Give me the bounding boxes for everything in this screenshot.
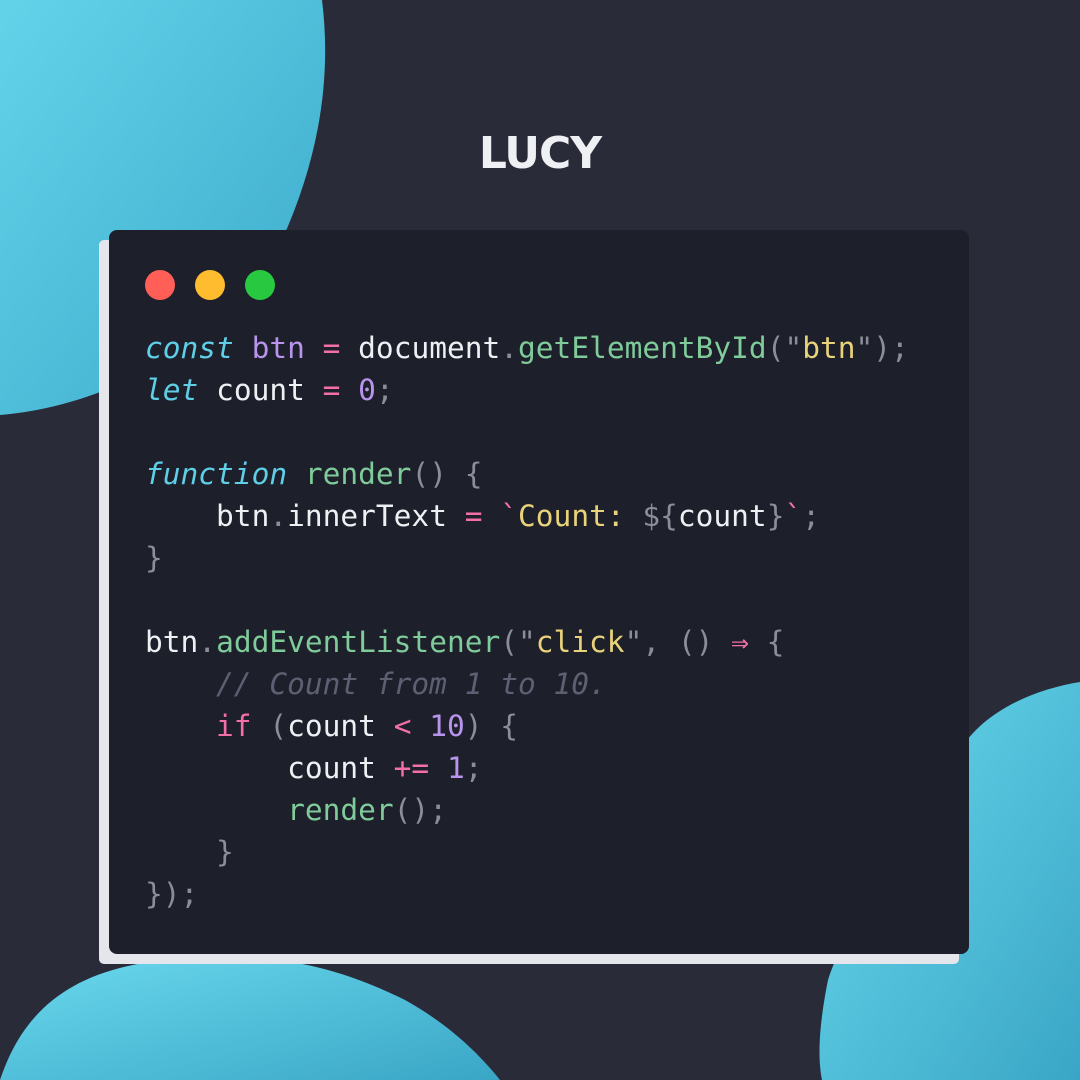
- punctuation: ) {: [464, 709, 519, 743]
- identifier: count: [677, 499, 767, 533]
- object: btn: [216, 499, 270, 533]
- punctuation: () {: [411, 457, 483, 491]
- punctuation: ();: [393, 793, 447, 827]
- punctuation: ");: [855, 331, 909, 365]
- operator: +=: [393, 751, 430, 785]
- punctuation: }: [766, 499, 785, 533]
- function-name: render: [304, 457, 412, 491]
- string: btn: [802, 331, 856, 365]
- number: 1: [446, 751, 465, 785]
- number: 10: [429, 709, 465, 743]
- punctuation: (": [500, 625, 536, 659]
- template-tick: `: [500, 499, 519, 533]
- code-line: }: [145, 831, 909, 873]
- string: click: [535, 625, 625, 659]
- code-window: const btn = document.getElementById("btn…: [109, 230, 969, 954]
- operator: =: [322, 331, 341, 365]
- identifier: btn: [251, 331, 305, 365]
- blob-bottom-left: [0, 956, 500, 1080]
- punctuation: (": [766, 331, 803, 365]
- punctuation: {: [748, 625, 785, 659]
- punctuation: }: [216, 835, 234, 869]
- keyword: const: [145, 331, 234, 365]
- function-name: addEventListener: [216, 625, 501, 659]
- property: innerText: [287, 499, 447, 533]
- maximize-dot-icon: [245, 270, 275, 300]
- object: btn: [145, 625, 199, 659]
- code-line: count += 1;: [145, 747, 909, 789]
- identifier: count: [287, 751, 376, 785]
- code-line: let count = 0;: [145, 369, 909, 411]
- punctuation: ${: [642, 499, 678, 533]
- operator: =: [464, 499, 483, 533]
- code-line: if (count < 10) {: [145, 705, 909, 747]
- code-comment: // Count from 1 to 10.: [216, 667, 607, 701]
- code-line: }: [145, 537, 909, 579]
- code-line: btn.innerText = `Count: ${count}`;: [145, 495, 909, 537]
- code-line: render();: [145, 789, 909, 831]
- identifier: count: [216, 373, 305, 407]
- punctuation: ;: [375, 373, 394, 407]
- identifier: count: [287, 709, 376, 743]
- punctuation: ;: [464, 751, 483, 785]
- punctuation: ", (): [624, 625, 732, 659]
- punctuation: .: [198, 625, 217, 659]
- operator: =: [322, 373, 341, 407]
- control-keyword: if: [216, 709, 252, 743]
- punctuation: });: [145, 877, 199, 911]
- punctuation: .: [500, 331, 519, 365]
- punctuation: .: [269, 499, 288, 533]
- minimize-dot-icon: [195, 270, 225, 300]
- brand-title: LUCY: [478, 128, 602, 179]
- code-line: });: [145, 873, 909, 915]
- keyword: function: [145, 457, 288, 491]
- punctuation: (: [251, 709, 288, 743]
- code-line: const btn = document.getElementById("btn…: [145, 327, 909, 369]
- keyword: let: [145, 373, 199, 407]
- code-line: // Count from 1 to 10.: [145, 663, 909, 705]
- number: 0: [358, 373, 376, 407]
- template-tick: `: [784, 499, 803, 533]
- string: Count:: [518, 499, 643, 533]
- code-line: btn.addEventListener("click", () ⇒ {: [145, 621, 909, 663]
- function-name: render: [287, 793, 394, 827]
- punctuation: ;: [802, 499, 820, 533]
- code-block: const btn = document.getElementById("btn…: [145, 327, 909, 915]
- arrow-operator: ⇒: [731, 625, 749, 659]
- object: document: [358, 331, 501, 365]
- function-name: getElementById: [518, 331, 767, 365]
- operator: <: [393, 709, 412, 743]
- punctuation: }: [145, 541, 163, 575]
- close-dot-icon: [145, 270, 175, 300]
- code-line: function render() {: [145, 453, 909, 495]
